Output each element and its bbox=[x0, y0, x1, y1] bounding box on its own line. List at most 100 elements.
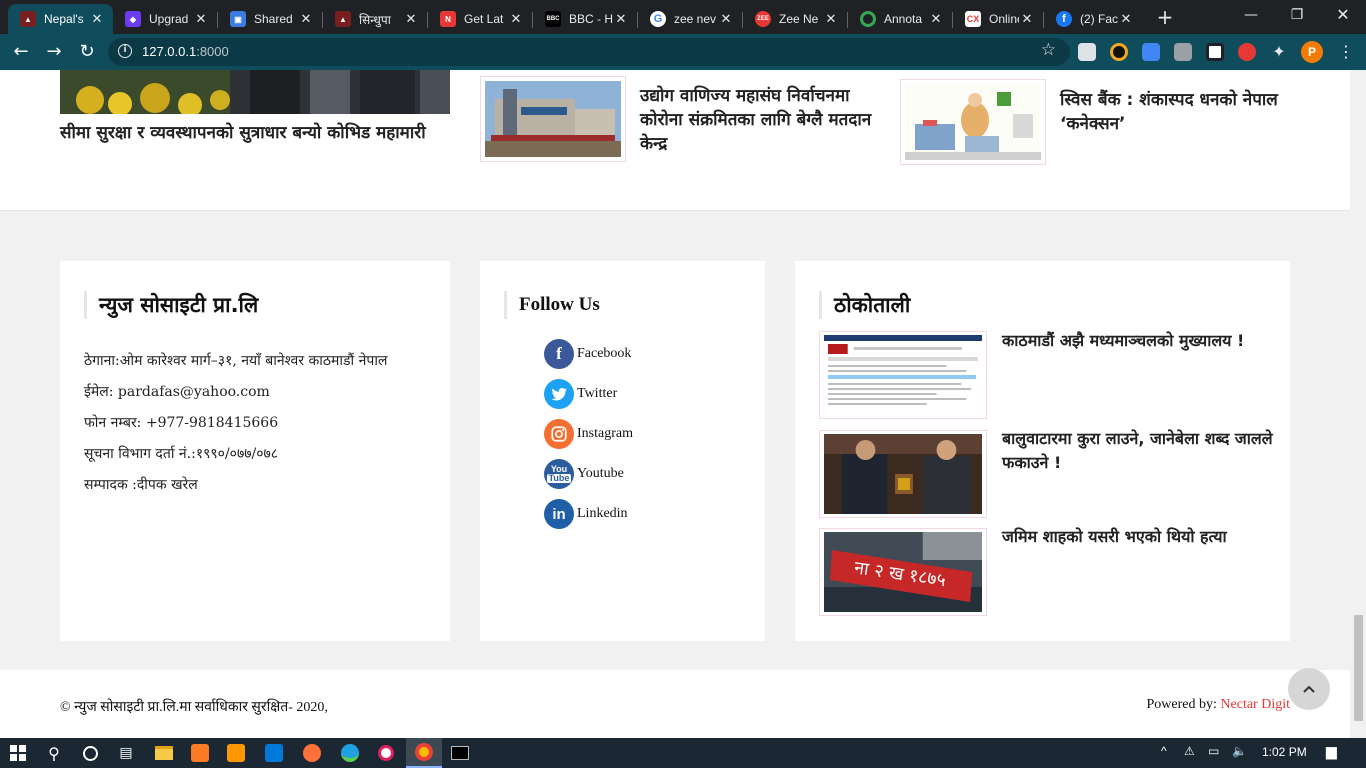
extension-camera-icon[interactable] bbox=[1110, 43, 1128, 61]
window-close-button[interactable]: ✕ bbox=[1320, 0, 1366, 32]
shared-icon: ▣ bbox=[230, 11, 246, 27]
browser-tab[interactable]: Annota ✕ bbox=[848, 4, 952, 34]
social-link-twitter[interactable]: Twitter bbox=[544, 379, 617, 409]
browser-tab[interactable]: G zee nev ✕ bbox=[638, 4, 742, 34]
reload-button[interactable]: ↻ bbox=[75, 40, 99, 64]
browser-tab[interactable]: ▲ Nepal's ✕ bbox=[8, 4, 113, 34]
social-link-instagram[interactable]: Instagram bbox=[544, 419, 633, 449]
forward-button[interactable]: → bbox=[42, 40, 66, 64]
cortana-icon[interactable] bbox=[72, 738, 108, 768]
thokotali-thumbnail[interactable]: ना २ ख १८७५ bbox=[819, 528, 987, 616]
chevron-up-icon[interactable]: ^ bbox=[1161, 744, 1167, 758]
close-icon[interactable]: ✕ bbox=[193, 11, 209, 27]
browser-tab-strip: ▲ Nepal's ✕ ◆ Upgrad ✕ ▣ Shared ✕ ▲ सिन्… bbox=[0, 0, 1366, 34]
powered-by-link[interactable]: Nectar Digit bbox=[1220, 697, 1290, 712]
google-translate-icon[interactable] bbox=[1142, 43, 1160, 61]
network-warning-icon[interactable]: ⚠ bbox=[1184, 744, 1195, 758]
new-tab-button[interactable]: + bbox=[1154, 6, 1176, 28]
company-title: न्युज सोसाइटी प्रा.लि bbox=[84, 291, 258, 319]
search-icon[interactable]: ⚲ bbox=[36, 738, 72, 768]
terminal-icon[interactable] bbox=[442, 738, 478, 768]
task-view-icon[interactable]: ▤ bbox=[108, 738, 144, 768]
social-link-facebook[interactable]: f Facebook bbox=[544, 339, 631, 369]
site-info-icon[interactable]: i bbox=[118, 44, 132, 58]
close-icon[interactable]: ✕ bbox=[298, 11, 314, 27]
site-footer: © न्युज सोसाइटी प्रा.लि.मा सर्वाधिकार सु… bbox=[0, 670, 1350, 738]
extension-hand-icon[interactable] bbox=[1238, 43, 1256, 61]
thokotali-item-title[interactable]: जमिम शाहको यसरी भएको थियो हत्या bbox=[1002, 525, 1277, 549]
scrollbar-thumb[interactable] bbox=[1354, 615, 1363, 721]
nepal-flag-icon: ▲ bbox=[20, 11, 36, 27]
linkedin-icon: in bbox=[544, 499, 574, 529]
news-strip: सीमा सुरक्षा र व्यवस्थापनको सुत्राधार बन… bbox=[0, 70, 1350, 211]
vscode-icon[interactable] bbox=[256, 738, 292, 768]
extensions-puzzle-icon[interactable]: ✦ bbox=[1270, 43, 1288, 61]
lead-news-photo bbox=[60, 70, 450, 114]
volume-icon[interactable]: 🔈 bbox=[1232, 744, 1247, 758]
close-icon[interactable]: ✕ bbox=[928, 11, 944, 27]
network-icon[interactable]: ▭ bbox=[1208, 744, 1219, 758]
close-icon[interactable]: ✕ bbox=[403, 11, 419, 27]
news-title[interactable]: उद्योग वाणिज्य महासंघ निर्वाचनमा कोरोना … bbox=[640, 84, 885, 156]
extension-window-icon[interactable] bbox=[1206, 43, 1224, 61]
chrome-icon[interactable] bbox=[406, 738, 442, 768]
file-explorer-icon[interactable] bbox=[146, 738, 182, 768]
number-plate-photo: ना २ ख १८७५ bbox=[824, 532, 982, 612]
restore-button[interactable]: ❐ bbox=[1274, 0, 1320, 32]
browser-tab[interactable]: ▲ सिन्धुपा ✕ bbox=[323, 4, 427, 34]
browser-tab[interactable]: N Get Lat ✕ bbox=[428, 4, 532, 34]
browser-tab[interactable]: ZEE Zee Ne ✕ bbox=[743, 4, 847, 34]
back-button[interactable]: ← bbox=[9, 40, 33, 64]
thokotali-thumbnail[interactable] bbox=[819, 430, 987, 518]
google-icon: G bbox=[650, 11, 666, 27]
news-thumbnail[interactable] bbox=[480, 76, 626, 162]
company-info-card: न्युज सोसाइटी प्रा.लि ठेगाना:ओम कारेश्वर… bbox=[60, 261, 450, 641]
close-icon[interactable]: ✕ bbox=[1118, 11, 1134, 27]
close-icon[interactable]: ✕ bbox=[508, 11, 524, 27]
web-page: सीमा सुरक्षा र व्यवस्थापनको सुत्राधार बन… bbox=[0, 70, 1350, 738]
thokotali-item-title[interactable]: काठमाडौं अझै मध्यमाञ्चलको मुख्यालय ! bbox=[1002, 329, 1277, 353]
firefox-icon[interactable] bbox=[294, 738, 330, 768]
thokotali-item-title[interactable]: बालुवाटारमा कुरा लाउने, जानेबेला शब्द जा… bbox=[1002, 427, 1277, 475]
sublime-text-icon[interactable] bbox=[218, 738, 254, 768]
windows-start-icon[interactable] bbox=[0, 738, 36, 768]
copyright-text: © न्युज सोसाइटी प्रा.लि.मा सर्वाधिकार सु… bbox=[60, 700, 328, 715]
screenshot-icon[interactable] bbox=[1174, 43, 1192, 61]
browser-tab[interactable]: ◆ Upgrad ✕ bbox=[113, 4, 217, 34]
close-icon[interactable]: ✕ bbox=[718, 11, 734, 27]
minimize-button[interactable]: — bbox=[1228, 0, 1274, 32]
profile-avatar[interactable]: P bbox=[1301, 41, 1323, 63]
lead-news-title[interactable]: सीमा सुरक्षा र व्यवस्थापनको सुत्राधार बन… bbox=[60, 122, 440, 145]
extension-cube-icon[interactable] bbox=[1078, 43, 1096, 61]
upgrad-icon: ◆ bbox=[125, 11, 141, 27]
xampp-icon[interactable] bbox=[182, 738, 218, 768]
news-title[interactable]: स्विस बैंक : शंकास्पद धनको नेपाल ‘कनेक्स… bbox=[1060, 88, 1305, 136]
close-icon[interactable]: ✕ bbox=[89, 11, 105, 27]
notifications-icon[interactable]: ▆ bbox=[1326, 743, 1337, 760]
page-scrollbar[interactable] bbox=[1350, 70, 1366, 738]
thokotali-thumbnail[interactable] bbox=[819, 331, 987, 419]
clock[interactable]: 1:02 PM bbox=[1262, 745, 1307, 759]
social-link-linkedin[interactable]: in Linkedin bbox=[544, 499, 628, 529]
slack-icon[interactable] bbox=[368, 738, 404, 768]
menu-kebab-icon[interactable]: ⋮ bbox=[1338, 40, 1354, 64]
sindhupal-icon: ▲ bbox=[335, 11, 351, 27]
close-icon[interactable]: ✕ bbox=[1019, 11, 1035, 27]
follow-us-card: Follow Us f Facebook Twitter Instagram Y… bbox=[480, 261, 765, 641]
browser-tab[interactable]: CX Online ✕ bbox=[953, 4, 1043, 34]
follow-us-title: Follow Us bbox=[504, 291, 600, 319]
news-n-icon: N bbox=[440, 11, 456, 27]
browser-tab[interactable]: f (2) Face ✕ bbox=[1044, 4, 1142, 34]
lead-news-image[interactable] bbox=[60, 70, 450, 114]
browser-tab[interactable]: BBC BBC - H ✕ bbox=[533, 4, 637, 34]
edge-icon[interactable] bbox=[332, 738, 368, 768]
address-bar[interactable]: i 127.0.0.1:8000 ☆ bbox=[108, 38, 1070, 66]
close-icon[interactable]: ✕ bbox=[613, 11, 629, 27]
browser-tab[interactable]: ▣ Shared ✕ bbox=[218, 4, 322, 34]
social-link-youtube[interactable]: You Tube Youtube bbox=[544, 459, 624, 489]
back-to-top-button[interactable] bbox=[1288, 668, 1330, 710]
close-icon[interactable]: ✕ bbox=[823, 11, 839, 27]
news-thumbnail[interactable] bbox=[900, 79, 1046, 165]
phone-text: फोन नम्बर: +977-9818415666 bbox=[84, 415, 279, 431]
bookmark-star-icon[interactable]: ☆ bbox=[1041, 40, 1056, 60]
